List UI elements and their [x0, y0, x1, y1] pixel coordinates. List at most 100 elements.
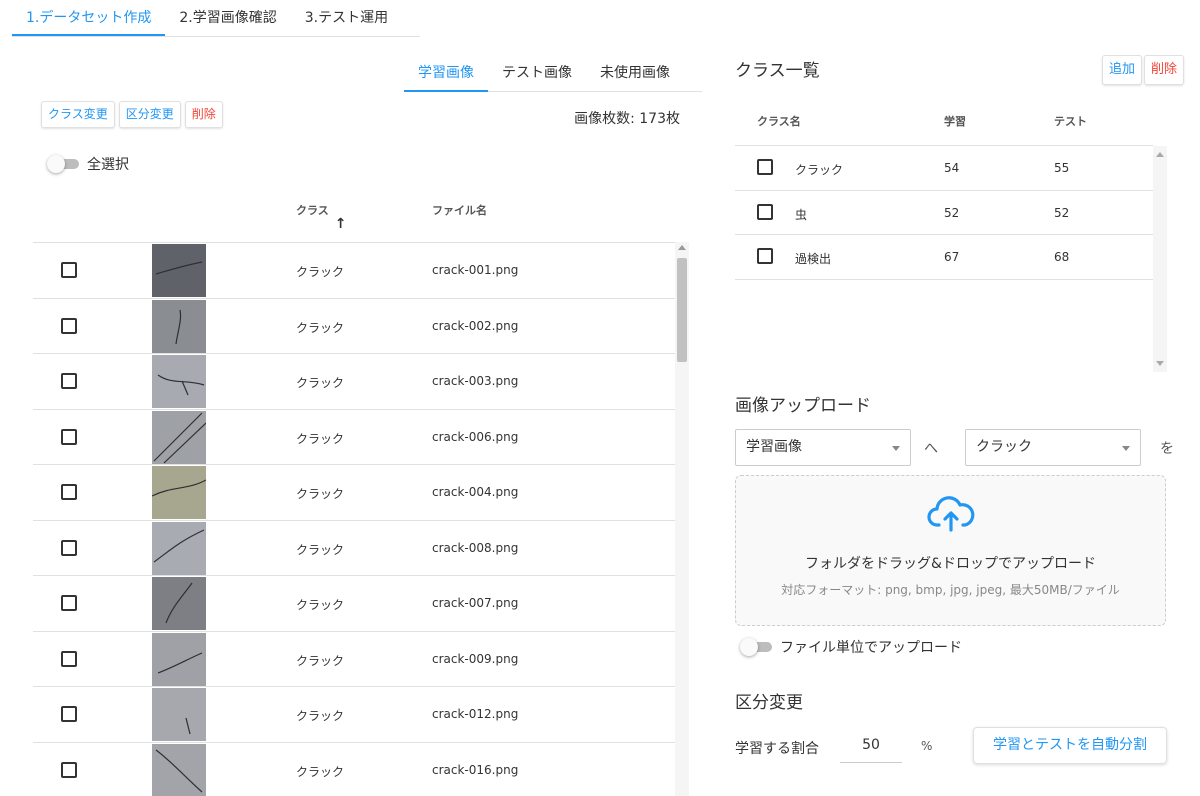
row-filename: crack-007.png — [432, 596, 519, 610]
row-checkbox[interactable] — [61, 595, 77, 611]
step-tabs: 1.データセット作成 2.学習画像確認 3.テスト運用 — [12, 0, 420, 37]
row-filename: crack-001.png — [432, 263, 519, 277]
row-checkbox[interactable] — [61, 373, 77, 389]
row-filename: crack-004.png — [432, 485, 519, 499]
table-row[interactable]: クラック crack-002.png — [33, 299, 689, 354]
image-table-scrollbar[interactable] — [675, 242, 689, 796]
file-unit-toggle[interactable]: ファイル単位でアップロード — [740, 637, 962, 657]
row-checkbox[interactable] — [61, 539, 77, 556]
image-table-header: クラス ↑ ファイル名 — [33, 188, 689, 242]
row-checkbox[interactable] — [61, 706, 77, 722]
add-class-button[interactable]: 追加 — [1102, 55, 1143, 85]
tab-unused-images[interactable]: 未使用画像 — [586, 56, 684, 92]
table-row[interactable]: クラック crack-003.png — [33, 354, 689, 410]
class-row-checkbox[interactable] — [757, 159, 773, 175]
class-test-count: 52 — [1054, 205, 1070, 220]
file-unit-switch[interactable] — [740, 638, 772, 656]
wo-text: を — [1160, 441, 1174, 457]
ratio-input[interactable]: 50 — [840, 727, 902, 763]
row-class: クラック — [296, 431, 345, 446]
image-count: 画像枚数: 173枚 — [574, 111, 680, 127]
table-row[interactable]: クラック crack-004.png — [33, 465, 689, 521]
image-thumbnail[interactable] — [152, 632, 206, 686]
row-class: クラック — [296, 542, 345, 557]
scroll-down-icon[interactable] — [1156, 361, 1164, 366]
upload-target-select[interactable]: 学習画像 — [735, 429, 911, 466]
class-row[interactable]: クラック 54 55 — [735, 146, 1153, 191]
class-name: クラック — [795, 163, 844, 177]
image-thumbnail[interactable] — [152, 466, 206, 519]
upload-class-select[interactable]: クラック — [965, 429, 1141, 466]
tab-train-images[interactable]: 学習画像 — [404, 56, 488, 92]
auto-split-button[interactable]: 学習とテストを自動分割 — [973, 727, 1167, 764]
image-type-tabs: 学習画像 テスト画像 未使用画像 — [404, 56, 702, 92]
class-row-checkbox[interactable] — [757, 248, 773, 264]
column-train: 学習 — [944, 115, 966, 128]
row-class: クラック — [296, 487, 345, 501]
image-thumbnail[interactable] — [152, 743, 206, 796]
tab-test-operation[interactable]: 3.テスト運用 — [291, 0, 402, 36]
class-row[interactable]: 虫 52 52 — [735, 191, 1153, 235]
table-row[interactable]: クラック crack-016.png — [33, 743, 689, 796]
image-thumbnail[interactable] — [152, 577, 206, 630]
cloud-upload-icon — [927, 496, 975, 532]
to-text: へ — [924, 441, 938, 457]
column-test: テスト — [1054, 115, 1087, 128]
select-all-toggle[interactable]: 全選択 — [47, 154, 129, 174]
row-class: クラック — [296, 376, 345, 390]
image-thumbnail[interactable] — [152, 410, 206, 464]
row-filename: crack-008.png — [432, 540, 519, 555]
table-row[interactable]: クラック crack-009.png — [33, 632, 689, 687]
class-test-count: 68 — [1054, 250, 1070, 264]
image-thumbnail[interactable] — [152, 521, 206, 575]
row-class: クラック — [296, 265, 345, 279]
select-all-switch[interactable] — [47, 155, 79, 173]
class-test-count: 55 — [1054, 161, 1070, 175]
column-filename[interactable]: ファイル名 — [432, 202, 487, 218]
scroll-up-icon[interactable] — [678, 245, 686, 250]
class-train-count: 52 — [944, 205, 960, 220]
scrollbar-thumb[interactable] — [677, 258, 687, 362]
row-checkbox[interactable] — [61, 650, 77, 667]
table-row[interactable]: クラック crack-006.png — [33, 410, 689, 465]
row-checkbox[interactable] — [61, 317, 77, 334]
table-row[interactable]: クラック crack-008.png — [33, 521, 689, 576]
change-class-button[interactable]: クラス変更 — [41, 101, 115, 128]
split-title: 区分変更 — [735, 693, 803, 713]
image-thumbnail[interactable] — [152, 355, 206, 408]
image-thumbnail[interactable] — [152, 688, 206, 741]
change-split-button[interactable]: 区分変更 — [118, 101, 181, 128]
row-filename: crack-002.png — [432, 318, 519, 333]
class-list-actions: 追加 削除 — [1102, 55, 1185, 85]
table-row[interactable]: クラック crack-012.png — [33, 687, 689, 743]
delete-images-button[interactable]: 削除 — [184, 101, 223, 128]
class-train-count: 54 — [944, 161, 960, 175]
class-row[interactable]: 過検出 67 68 — [735, 235, 1153, 280]
row-checkbox[interactable] — [61, 761, 77, 778]
select-all-label: 全選択 — [87, 157, 129, 173]
row-filename: crack-003.png — [432, 374, 519, 388]
table-row[interactable]: クラック crack-001.png — [33, 243, 689, 299]
row-filename: crack-012.png — [432, 707, 519, 721]
class-row-checkbox[interactable] — [757, 203, 773, 220]
row-class: クラック — [296, 598, 345, 612]
row-checkbox[interactable] — [61, 428, 77, 445]
tab-dataset-create[interactable]: 1.データセット作成 — [12, 0, 166, 36]
image-thumbnail[interactable] — [152, 244, 206, 297]
image-thumbnail[interactable] — [152, 299, 206, 353]
row-checkbox[interactable] — [61, 262, 77, 278]
upload-dropzone[interactable]: フォルダをドラッグ&ドロップでアップロード 対応フォーマット: png, bmp… — [735, 475, 1166, 626]
row-filename: crack-009.png — [432, 651, 519, 666]
table-row[interactable]: クラック crack-007.png — [33, 576, 689, 632]
tab-test-images[interactable]: テスト画像 — [488, 56, 586, 92]
delete-class-button[interactable]: 削除 — [1144, 55, 1185, 85]
scroll-up-icon[interactable] — [1156, 152, 1164, 157]
class-table-scrollbar[interactable] — [1153, 146, 1167, 372]
class-table: クラス名 学習 テスト クラック 54 55 虫 52 52 過検出 67 68 — [735, 98, 1153, 280]
row-checkbox[interactable] — [61, 484, 77, 500]
column-class[interactable]: クラス ↑ — [296, 202, 347, 232]
arrow-up-icon[interactable]: ↑ — [335, 216, 347, 232]
ratio-unit: % — [921, 739, 933, 753]
ratio-label: 学習する割合 — [735, 741, 819, 757]
tab-train-image-check[interactable]: 2.学習画像確認 — [165, 0, 290, 36]
